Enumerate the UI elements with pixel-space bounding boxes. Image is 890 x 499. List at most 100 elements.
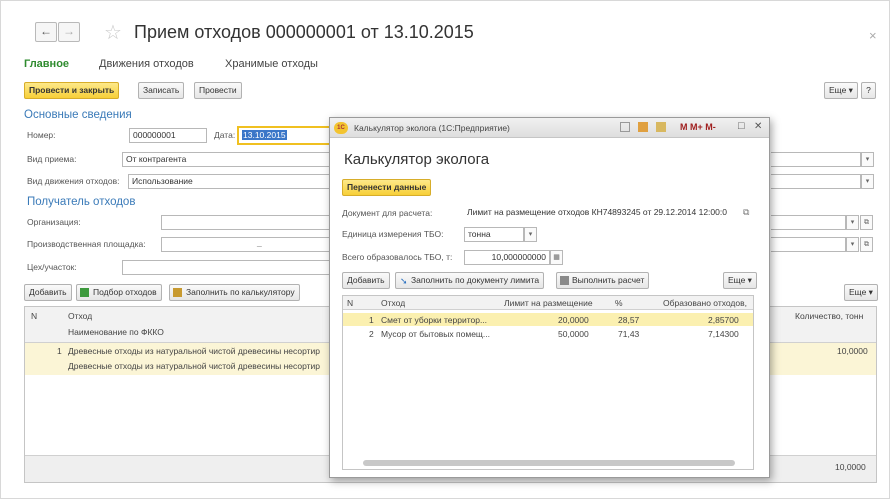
- number-label: Номер:: [27, 130, 56, 140]
- calc-row-formed: 7,14300: [708, 329, 739, 339]
- site-field-right[interactable]: [771, 237, 846, 252]
- col-waste-header: Отход: [68, 311, 93, 321]
- fill-by-calculator-button[interactable]: Заполнить по калькулятору: [169, 284, 300, 301]
- organization-field[interactable]: [161, 215, 332, 230]
- col-fkko-header: Наименование по ФККО: [68, 327, 164, 337]
- dialog-close-icon[interactable]: ✕: [754, 121, 762, 132]
- section-basic-info: Основные сведения: [24, 109, 132, 121]
- maximize-icon[interactable]: □: [738, 120, 745, 132]
- add-row-button[interactable]: Добавить: [24, 284, 72, 301]
- row-fkko: Древесные отходы из натуральной чистой д…: [68, 361, 321, 371]
- 1c-logo-icon: 1С: [334, 122, 348, 134]
- receipt-type-field[interactable]: От контрагента: [122, 152, 332, 167]
- dialog-titlebar: 1С Калькулятор эколога (1С:Предприятие) …: [330, 118, 769, 138]
- tab-waste-movements[interactable]: Движения отходов: [99, 58, 194, 70]
- transfer-data-button[interactable]: Перенести данные: [342, 179, 432, 196]
- movement-type-label: Вид движения отходов:: [27, 176, 120, 186]
- site-label: Производственная площадка:: [27, 239, 146, 249]
- back-button[interactable]: ←: [35, 22, 57, 42]
- fill-by-limit-label: Заполнить по документу лимита: [411, 275, 540, 285]
- memory-buttons[interactable]: M M+ M-: [680, 122, 716, 132]
- movement-type-field-right[interactable]: [771, 174, 861, 189]
- dialog-add-button[interactable]: Добавить: [342, 272, 390, 289]
- memory-icon[interactable]: [620, 122, 630, 132]
- calculate-label: Выполнить расчет: [572, 275, 645, 285]
- calculator-icon: [173, 288, 182, 297]
- favorite-star-icon[interactable]: ☆: [104, 20, 122, 45]
- table-total: 10,0000: [835, 462, 866, 472]
- date-value: 13.10.2015: [242, 130, 287, 140]
- help-button[interactable]: ?: [861, 82, 876, 99]
- doc-label: Документ для расчета:: [342, 208, 433, 218]
- calc-row-n: 1: [369, 315, 374, 325]
- tab-main[interactable]: Главное: [24, 58, 69, 70]
- post-and-close-button[interactable]: Провести и закрыть: [24, 82, 120, 99]
- organization-label: Организация:: [27, 217, 81, 227]
- site-field[interactable]: _: [161, 237, 332, 252]
- calc-row-waste: Мусор от бытовых помещ...: [381, 329, 491, 339]
- movement-type-field[interactable]: Использование: [128, 174, 332, 189]
- post-button[interactable]: Провести: [194, 82, 242, 99]
- forward-button[interactable]: →: [58, 22, 80, 42]
- site-dropdown-icon[interactable]: ▾: [846, 237, 859, 252]
- dialog-more-button[interactable]: Еще ▾: [723, 272, 757, 289]
- dialog-window-title: Калькулятор эколога (1С:Предприятие): [354, 123, 510, 133]
- calc-row-formed: 2,85700: [708, 315, 739, 325]
- page-title: Прием отходов 000000001 от 13.10.2015: [134, 22, 474, 42]
- unit-label: Единица измерения ТБО:: [342, 229, 444, 239]
- calc-row-limit: 20,0000: [558, 315, 589, 325]
- organization-open-icon[interactable]: ⧉: [860, 215, 873, 230]
- site-open-icon[interactable]: ⧉: [860, 237, 873, 252]
- pick-waste-label: Подбор отходов: [93, 287, 157, 297]
- calculate-button[interactable]: Выполнить расчет: [556, 272, 650, 289]
- calc-col-waste: Отход: [381, 298, 406, 308]
- fill-arrow-icon: ➘: [400, 276, 408, 286]
- unit-dropdown-icon[interactable]: ▾: [524, 227, 537, 242]
- dialog-heading: Калькулятор эколога: [344, 151, 490, 168]
- shop-label: Цех/участок:: [27, 262, 77, 272]
- calc-row-pct: 71,43: [618, 329, 640, 339]
- section-recipient: Получатель отходов: [27, 196, 136, 208]
- receipt-type-label: Вид приема:: [27, 154, 77, 164]
- row-waste: Древесные отходы из натуральной чистой д…: [68, 346, 321, 356]
- horizontal-scrollbar[interactable]: [363, 460, 735, 466]
- write-button[interactable]: Записать: [138, 82, 185, 99]
- receipt-type-field-right[interactable]: [771, 152, 861, 167]
- calc-col-n: N: [347, 298, 354, 308]
- date-field[interactable]: 13.10.2015: [237, 126, 331, 145]
- calc-row-waste: Смет от уборки территор...: [381, 315, 488, 325]
- calc-row-limit: 50,0000: [558, 329, 589, 339]
- more-button[interactable]: Еще ▾: [824, 82, 858, 99]
- total-calc-icon[interactable]: ▦: [550, 250, 563, 265]
- calc-row-n: 2: [369, 329, 374, 339]
- table-more-button[interactable]: Еще ▾: [844, 284, 878, 301]
- doc-field[interactable]: Лимит на размещение отходов КН74893245 о…: [464, 206, 741, 221]
- calc-icon[interactable]: [656, 122, 666, 132]
- organization-dropdown-icon[interactable]: ▾: [846, 215, 859, 230]
- calc-col-pct: %: [615, 298, 623, 308]
- shop-field[interactable]: [122, 260, 332, 275]
- close-icon[interactable]: ×: [869, 28, 877, 43]
- fill-by-limit-button[interactable]: ➘ Заполнить по документу лимита: [395, 272, 545, 289]
- col-n-header: N: [31, 311, 38, 321]
- calc-col-formed: Образовано отходов,: [663, 298, 747, 308]
- number-field[interactable]: 000000001: [129, 128, 207, 143]
- total-field[interactable]: 10,000000000: [464, 250, 550, 265]
- site-dash: _: [257, 237, 262, 247]
- unit-field[interactable]: тонна: [464, 227, 524, 242]
- date-label: Дата:: [214, 130, 236, 140]
- row-qty: 10,0000: [837, 346, 868, 356]
- calc-col-limit: Лимит на размещение: [504, 298, 593, 308]
- col-qty-header: Количество, тонн: [795, 311, 864, 321]
- doc-open-icon[interactable]: ⧉: [743, 207, 749, 218]
- organization-field-right[interactable]: [771, 215, 846, 230]
- calc-row-pct: 28,57: [618, 315, 640, 325]
- tab-stored-waste[interactable]: Хранимые отходы: [225, 58, 318, 70]
- calc-table[interactable]: N Отход Лимит на размещение % Образовано…: [342, 295, 754, 470]
- movement-type-dropdown-icon[interactable]: ▾: [861, 174, 874, 189]
- calculator-dialog: 1С Калькулятор эколога (1С:Предприятие) …: [329, 117, 770, 478]
- calendar-icon[interactable]: [638, 122, 648, 132]
- total-label: Всего образовалось ТБО, т:: [342, 252, 453, 262]
- receipt-type-dropdown-icon[interactable]: ▾: [861, 152, 874, 167]
- pick-waste-button[interactable]: Подбор отходов: [76, 284, 162, 301]
